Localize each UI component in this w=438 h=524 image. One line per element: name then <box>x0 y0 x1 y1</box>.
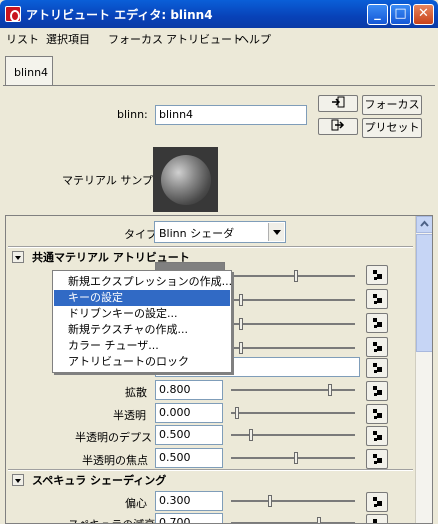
diffuse-field[interactable]: 0.800 <box>155 380 223 400</box>
menu-item-set-driven-key[interactable]: ドリブンキーの設定... <box>54 306 230 322</box>
menu-item-set-key[interactable]: キーの設定 <box>54 290 230 306</box>
map-button[interactable] <box>366 426 388 446</box>
map-button[interactable] <box>366 289 388 309</box>
input-arrow-icon <box>332 96 345 108</box>
minimize-button[interactable]: _ <box>367 4 388 25</box>
eccentricity-label: 偏心 <box>125 497 147 510</box>
translucence-focus-slider[interactable] <box>231 452 355 464</box>
translucence-focus-label: 半透明の焦点 <box>82 454 148 467</box>
map-button[interactable] <box>366 313 388 333</box>
map-button[interactable] <box>366 358 388 378</box>
vertical-scrollbar[interactable] <box>415 216 432 523</box>
map-button[interactable] <box>366 492 388 512</box>
close-button[interactable]: ✕ <box>413 4 434 25</box>
specular-rolloff-field[interactable]: 0.700 <box>155 513 223 523</box>
menu-selection[interactable]: 選択項目 <box>46 31 90 47</box>
map-button[interactable] <box>366 337 388 357</box>
type-dropdown[interactable]: Blinn シェーダ <box>154 221 286 243</box>
maximize-button[interactable]: □ <box>390 4 411 25</box>
diffuse-slider[interactable] <box>231 384 355 396</box>
menu-item-color-chooser[interactable]: カラー チューザ... <box>54 338 230 354</box>
preset-button[interactable]: プリセット <box>362 118 422 138</box>
menu-item-create-texture[interactable]: 新規テクスチャの作成... <box>54 322 230 338</box>
transparency-slider[interactable] <box>231 294 355 306</box>
material-sample-label: マテリアル サンプル <box>62 174 165 187</box>
menu-list[interactable]: リスト <box>6 31 39 47</box>
menu-item-lock-attribute[interactable]: アトリビュートのロック <box>54 354 230 370</box>
menu-help[interactable]: ヘルプ <box>238 31 271 47</box>
divider <box>8 246 413 248</box>
map-button[interactable] <box>366 449 388 469</box>
tab-bar: blinn4 <box>3 50 435 90</box>
translucence-label: 半透明 <box>113 409 146 422</box>
divider <box>8 469 413 471</box>
node-name-field[interactable]: blinn4 <box>155 105 307 125</box>
section-collapse-icon[interactable] <box>12 474 24 486</box>
color-slider[interactable] <box>231 270 355 282</box>
chevron-down-icon <box>268 223 284 241</box>
output-arrow-icon <box>331 119 345 131</box>
incandescence-slider[interactable] <box>231 342 355 354</box>
specular-section-title: スペキュラ シェーディング <box>32 474 167 487</box>
translucence-depth-label: 半透明のデプス <box>75 431 152 444</box>
map-button[interactable] <box>366 265 388 285</box>
title-bar: アトリビュート エディタ: blinn4 _ □ ✕ <box>0 0 438 28</box>
map-button[interactable] <box>366 514 388 523</box>
menu-focus[interactable]: フォーカス <box>108 31 163 47</box>
scroll-thumb[interactable] <box>416 234 432 352</box>
window-title: アトリビュート エディタ: blinn4 <box>26 8 213 22</box>
menu-attributes[interactable]: アトリビュート <box>166 31 243 47</box>
focus-button[interactable]: フォーカス <box>362 95 422 115</box>
scroll-up-icon[interactable] <box>416 216 432 233</box>
menu-item-create-expression[interactable]: 新規エクスプレッションの作成... <box>54 274 232 290</box>
section-collapse-icon[interactable] <box>12 251 24 263</box>
maya-app-icon[interactable] <box>5 6 21 22</box>
translucence-focus-field[interactable]: 0.500 <box>155 448 223 468</box>
specular-rolloff-slider[interactable] <box>231 517 355 523</box>
translucence-depth-slider[interactable] <box>231 429 355 441</box>
eccentricity-slider[interactable] <box>231 495 355 507</box>
map-button[interactable] <box>366 404 388 424</box>
menu-bar: リスト 選択項目 フォーカス アトリビュート ヘルプ <box>0 28 438 48</box>
material-sample-swatch[interactable] <box>153 147 218 212</box>
ambient-slider[interactable] <box>231 318 355 330</box>
specular-rolloff-label: スペキュラの減衰 <box>68 516 155 523</box>
diffuse-label: 拡散 <box>125 386 147 399</box>
attribute-context-menu: 新規エクスプレッションの作成... キーの設定 ドリブンキーの設定... 新規テ… <box>52 270 232 373</box>
translucence-field[interactable]: 0.000 <box>155 403 223 423</box>
map-button[interactable] <box>366 381 388 401</box>
tab-blinn4[interactable]: blinn4 <box>5 56 53 86</box>
tab-divider <box>3 85 435 86</box>
type-dropdown-value: Blinn シェーダ <box>159 227 235 240</box>
translucence-depth-field[interactable]: 0.500 <box>155 425 223 445</box>
node-name-label: blinn: <box>117 108 148 121</box>
eccentricity-field[interactable]: 0.300 <box>155 491 223 511</box>
type-label: タイプ <box>124 228 157 241</box>
translucence-slider[interactable] <box>231 407 355 419</box>
input-connections-button[interactable] <box>318 95 358 112</box>
material-sphere <box>161 155 211 205</box>
output-connections-button[interactable] <box>318 118 358 135</box>
